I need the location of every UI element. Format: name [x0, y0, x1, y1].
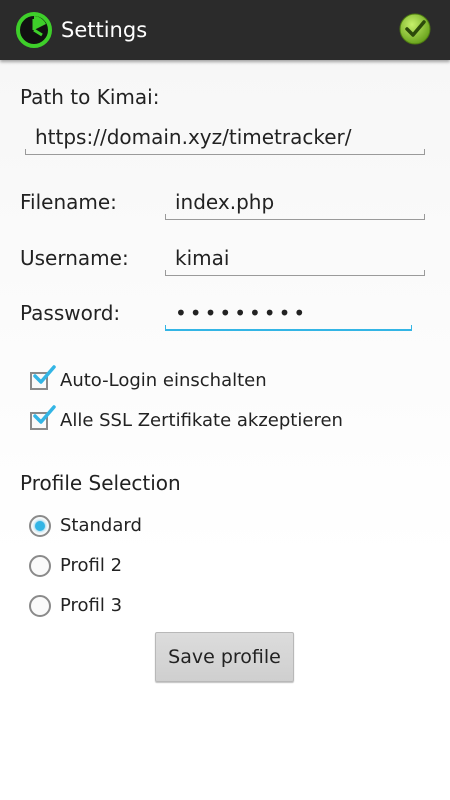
- path-underline: [25, 149, 425, 155]
- password-value: •••••••••: [175, 301, 309, 325]
- radio-button[interactable]: [29, 595, 51, 617]
- accept-ssl-checkbox[interactable]: Alle SSL Zertifikate akzeptieren: [30, 405, 370, 437]
- save-profile-button[interactable]: Save profile: [155, 632, 294, 682]
- checkmark-icon: [33, 405, 56, 424]
- auto-login-label: Auto-Login einschalten: [60, 370, 267, 391]
- accept-ssl-label: Alle SSL Zertifikate akzeptieren: [60, 410, 343, 431]
- screen-title: Settings: [61, 18, 148, 42]
- radio-label: Standard: [60, 515, 142, 536]
- filename-label: Filename:: [20, 190, 117, 214]
- radio-dot: [35, 521, 45, 531]
- password-field[interactable]: •••••••••: [165, 295, 412, 331]
- filename-value: index.php: [175, 190, 275, 214]
- path-field[interactable]: https://domain.xyz/timetracker/: [25, 119, 425, 155]
- check-circle-icon[interactable]: [398, 12, 432, 46]
- radio-button[interactable]: [29, 515, 51, 537]
- filename-field[interactable]: index.php: [165, 184, 425, 220]
- username-label: Username:: [20, 246, 129, 270]
- radio-label: Profil 3: [60, 595, 123, 616]
- radio-profil-3[interactable]: Profil 3: [29, 592, 229, 622]
- radio-button[interactable]: [29, 555, 51, 577]
- checkmark-icon: [33, 365, 56, 384]
- action-bar: Settings: [0, 0, 450, 60]
- auto-login-checkbox[interactable]: Auto-Login einschalten: [30, 365, 290, 397]
- path-value: https://domain.xyz/timetracker/: [35, 125, 352, 149]
- profile-selection-heading: Profile Selection: [20, 471, 181, 495]
- username-value: kimai: [175, 246, 230, 270]
- path-label: Path to Kimai:: [20, 85, 160, 109]
- username-field[interactable]: kimai: [165, 240, 425, 276]
- username-underline: [165, 270, 425, 276]
- password-underline: [165, 325, 412, 331]
- radio-standard[interactable]: Standard: [29, 512, 229, 542]
- radio-label: Profil 2: [60, 555, 123, 576]
- clock-icon[interactable]: [15, 11, 53, 49]
- radio-profil-2[interactable]: Profil 2: [29, 552, 229, 582]
- filename-underline: [165, 214, 425, 220]
- password-label: Password:: [20, 301, 121, 325]
